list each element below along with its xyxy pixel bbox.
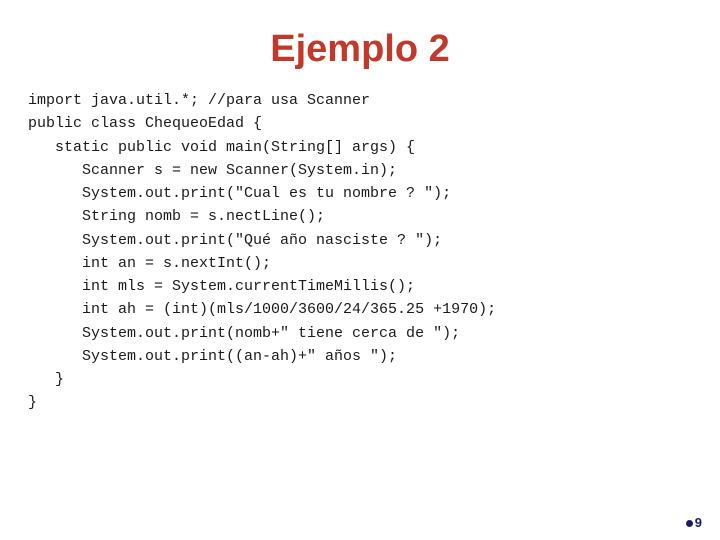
code-line-14: } bbox=[28, 391, 700, 414]
code-line-9: int mls = System.currentTimeMillis(); bbox=[28, 275, 700, 298]
code-line-7: System.out.print("Qué año nasciste ? "); bbox=[28, 229, 700, 252]
code-line-13: } bbox=[28, 368, 700, 391]
code-line-6: String nomb = s.nectLine(); bbox=[28, 205, 700, 228]
code-line-11: System.out.print(nomb+" tiene cerca de "… bbox=[28, 322, 700, 345]
page-number: 9 bbox=[686, 515, 702, 530]
code-line-12: System.out.print((an-ah)+" años "); bbox=[28, 345, 700, 368]
page-dot bbox=[686, 520, 693, 527]
code-line-8: int an = s.nextInt(); bbox=[28, 252, 700, 275]
code-line-4: Scanner s = new Scanner(System.in); bbox=[28, 159, 700, 182]
slide-title: Ejemplo 2 bbox=[0, 0, 720, 89]
code-line-3: static public void main(String[] args) { bbox=[28, 136, 700, 159]
code-line-2: public class ChequeoEdad { bbox=[28, 112, 700, 135]
code-line-1: import java.util.*; //para usa Scanner bbox=[28, 89, 700, 112]
code-line-5: System.out.print("Cual es tu nombre ? ")… bbox=[28, 182, 700, 205]
code-line-10: int ah = (int)(mls/1000/3600/24/365.25 +… bbox=[28, 298, 700, 321]
code-block: import java.util.*; //para usa Scanner p… bbox=[0, 89, 720, 415]
